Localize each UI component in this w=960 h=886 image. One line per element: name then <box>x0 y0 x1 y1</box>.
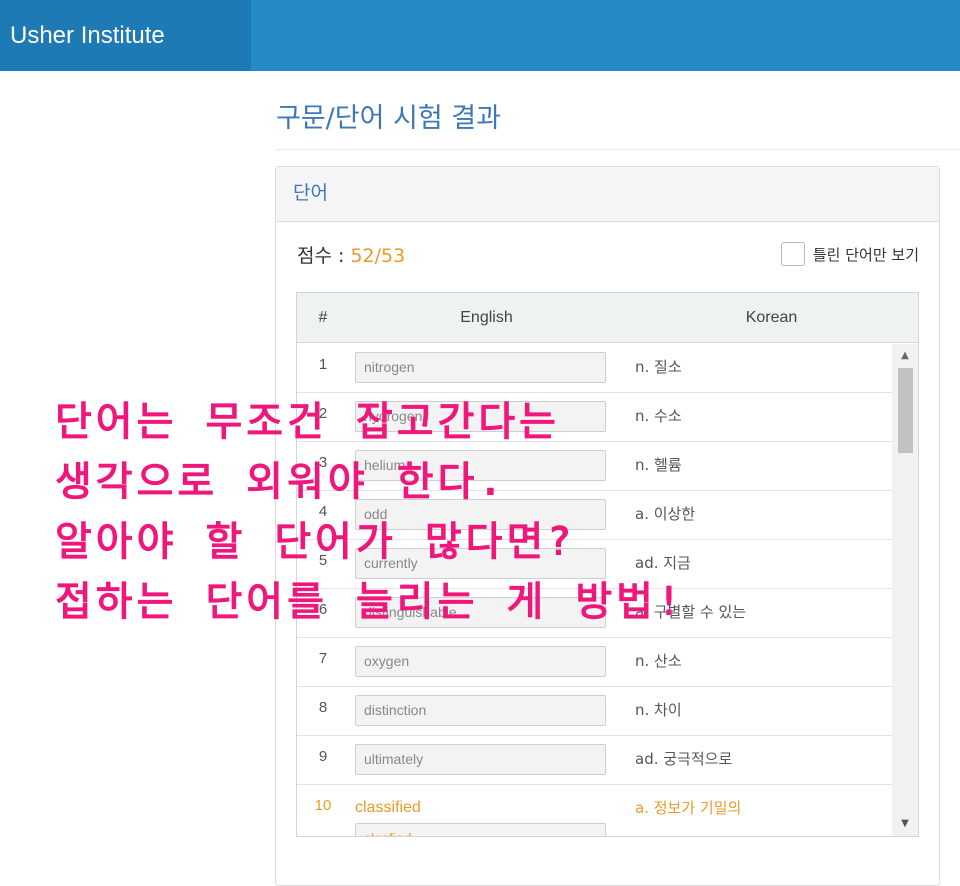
score-value: 52/53 <box>350 245 406 267</box>
english-answer-field: oxygen <box>355 646 606 677</box>
row-number: 1 <box>318 356 328 373</box>
scroll-down-arrow-icon[interactable]: ▼ <box>892 812 918 836</box>
table-row: 9 ultimately ad. 궁극적으로 <box>297 736 892 785</box>
scroll-up-arrow-icon[interactable]: ▲ <box>892 344 918 368</box>
korean-meaning: n. 산소 <box>635 652 682 670</box>
caption-line: 생각으로 외워야 한다. <box>55 459 507 505</box>
table-row-wrong: 10 classified clasfied a. 정보가 기밀의 <box>297 785 892 836</box>
title-divider <box>276 149 960 150</box>
korean-meaning: a. 정보가 기밀의 <box>635 799 742 817</box>
table-header: # English Korean <box>297 293 918 343</box>
table-scrollbar[interactable]: ▲ ▼ <box>892 344 918 836</box>
column-header-number: # <box>318 309 328 326</box>
scroll-thumb[interactable] <box>898 368 913 453</box>
english-answer-field: clasfied <box>355 823 606 836</box>
caption-line: 단어는 무조건 잡고간다는 <box>55 399 560 445</box>
column-header-english: English <box>460 309 513 326</box>
top-navbar: Usher Institute <box>0 0 960 71</box>
table-row: 1 nitrogen n. 질소 <box>297 344 892 393</box>
table-row: 8 distinction n. 차이 <box>297 687 892 736</box>
caption-overlay: 단어는 무조건 잡고간다는 생각으로 외워야 한다. 알아야 할 단어가 많다면… <box>55 392 775 632</box>
row-number: 10 <box>314 797 332 814</box>
row-number: 7 <box>318 650 328 667</box>
panel-heading: 단어 <box>276 167 939 222</box>
english-answer-field: nitrogen <box>355 352 606 383</box>
score-label: 점수 : <box>297 245 351 267</box>
korean-meaning: n. 차이 <box>635 701 682 719</box>
korean-meaning: n. 질소 <box>635 358 682 376</box>
english-answer-field: ultimately <box>355 744 606 775</box>
wrong-only-label: 틀린 단어만 보기 <box>812 245 919 264</box>
page-title: 구문/단어 시험 결과 <box>276 103 501 134</box>
column-header-korean: Korean <box>745 309 798 326</box>
table-row: 7 oxygen n. 산소 <box>297 638 892 687</box>
wrong-only-checkbox[interactable] <box>780 242 805 266</box>
korean-meaning: ad. 궁극적으로 <box>635 750 733 768</box>
english-answer-field: distinction <box>355 695 606 726</box>
row-number: 8 <box>318 699 328 716</box>
caption-line: 접하는 단어를 늘리는 게 방법! <box>55 579 686 625</box>
score: 점수 : 52/53 <box>297 241 405 268</box>
brand-link[interactable]: Usher Institute <box>0 0 251 71</box>
row-number: 9 <box>318 748 328 765</box>
correct-word: classified <box>355 799 421 816</box>
wrong-only-filter[interactable]: 틀린 단어만 보기 <box>780 242 919 266</box>
caption-line: 알아야 할 단어가 많다면? <box>55 519 576 565</box>
